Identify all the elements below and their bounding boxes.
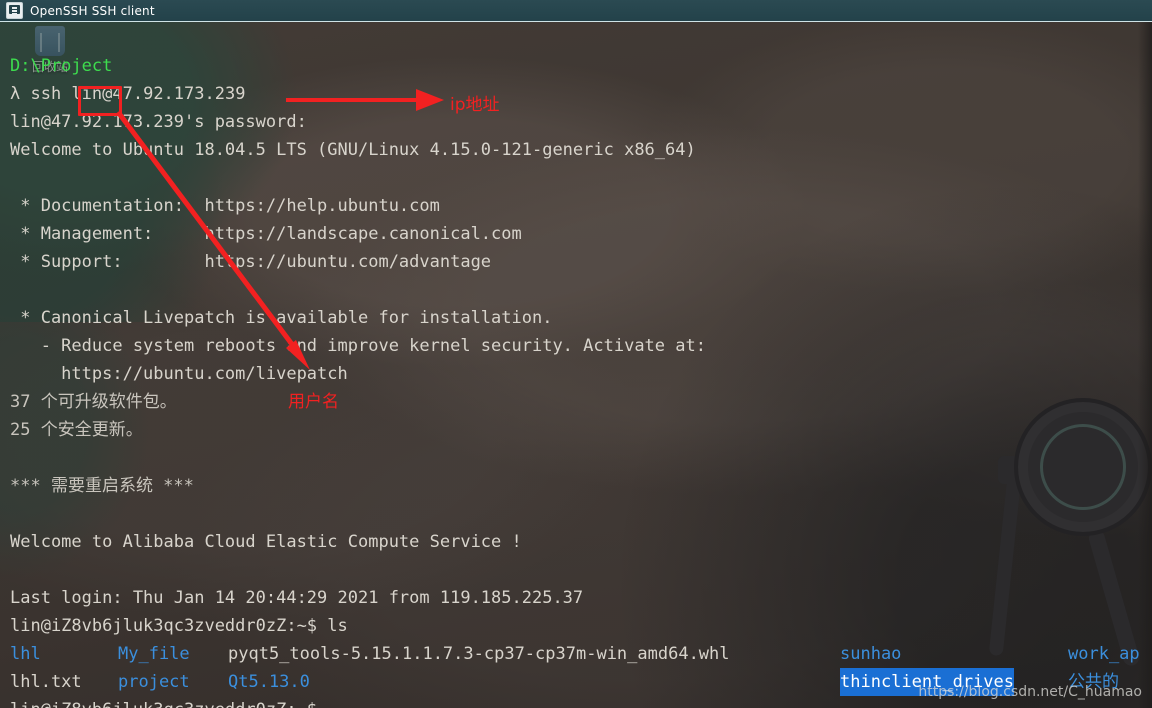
- ls-entry: Qt5.13.0: [228, 672, 310, 692]
- terminal-line-prompt-ls: lin@iZ8vb6jluk3qc3zveddr0zZ:~$ ls: [10, 616, 348, 636]
- terminal-line-security-updates: 25 个安全更新。: [10, 420, 143, 440]
- terminal-line-ssh-command: λ ssh lin@47.92.173.239: [10, 80, 245, 108]
- console-icon: [6, 2, 23, 19]
- terminal-line-welcome-ubuntu: Welcome to Ubuntu 18.04.5 LTS (GNU/Linux…: [10, 140, 696, 160]
- ls-entry: lhl: [10, 644, 41, 664]
- terminal-line-livepatch-3: https://ubuntu.com/livepatch: [10, 364, 348, 384]
- ls-entry: pyqt5_tools-5.15.1.1.7.3-cp37-cp37m-win_…: [228, 644, 730, 664]
- ls-entry: lhl.txt: [10, 672, 82, 692]
- terminal-line-reboot-required: *** 需要重启系统 ***: [10, 476, 194, 496]
- terminal-line-management: * Management: https://landscape.canonica…: [10, 224, 522, 244]
- terminal-line-prompt-idle: lin@iZ8vb6jluk3qc3zveddr0zZ:~$: [10, 696, 317, 708]
- window-title: OpenSSH SSH client: [30, 3, 155, 18]
- terminal-line-welcome-aliyun: Welcome to Alibaba Cloud Elastic Compute…: [10, 532, 522, 552]
- annotation-box-username: [78, 86, 122, 116]
- ls-entry: project: [118, 672, 190, 692]
- annotation-label-ip: ip地址: [450, 95, 500, 115]
- annotation-label-username: 用户名: [288, 392, 339, 412]
- terminal-line-documentation: * Documentation: https://help.ubuntu.com: [10, 196, 440, 216]
- terminal-line-cwd: D:\Project: [10, 56, 113, 76]
- terminal-line-livepatch-1: * Canonical Livepatch is available for i…: [10, 308, 553, 328]
- ls-entry: My_file: [118, 644, 190, 664]
- terminal-line-livepatch-2: - Reduce system reboots and improve kern…: [10, 336, 706, 356]
- ls-entry: work_ap: [1068, 644, 1140, 664]
- ls-entry: sunhao: [840, 644, 902, 664]
- window-titlebar[interactable]: OpenSSH SSH client: [0, 0, 1152, 22]
- terminal-line-upgradable: 37 个可升级软件包。: [10, 392, 177, 412]
- watermark-url: https://blog.csdn.net/C_huamao: [918, 684, 1142, 700]
- ssh-command-prefix: λ ssh: [10, 84, 72, 104]
- terminal-line-support: * Support: https://ubuntu.com/advantage: [10, 252, 492, 272]
- screenshot-root: 回收站 OpenSSH SSH client D:\Project λ ssh …: [0, 0, 1152, 708]
- terminal-line-password-prompt: lin@47.92.173.239's password:: [10, 112, 307, 132]
- terminal-line-last-login: Last login: Thu Jan 14 20:44:29 2021 fro…: [10, 588, 584, 608]
- terminal-output[interactable]: D:\Project λ ssh lin@47.92.173.239 lin@4…: [0, 22, 1152, 708]
- ssh-host: @47.92.173.239: [102, 84, 246, 104]
